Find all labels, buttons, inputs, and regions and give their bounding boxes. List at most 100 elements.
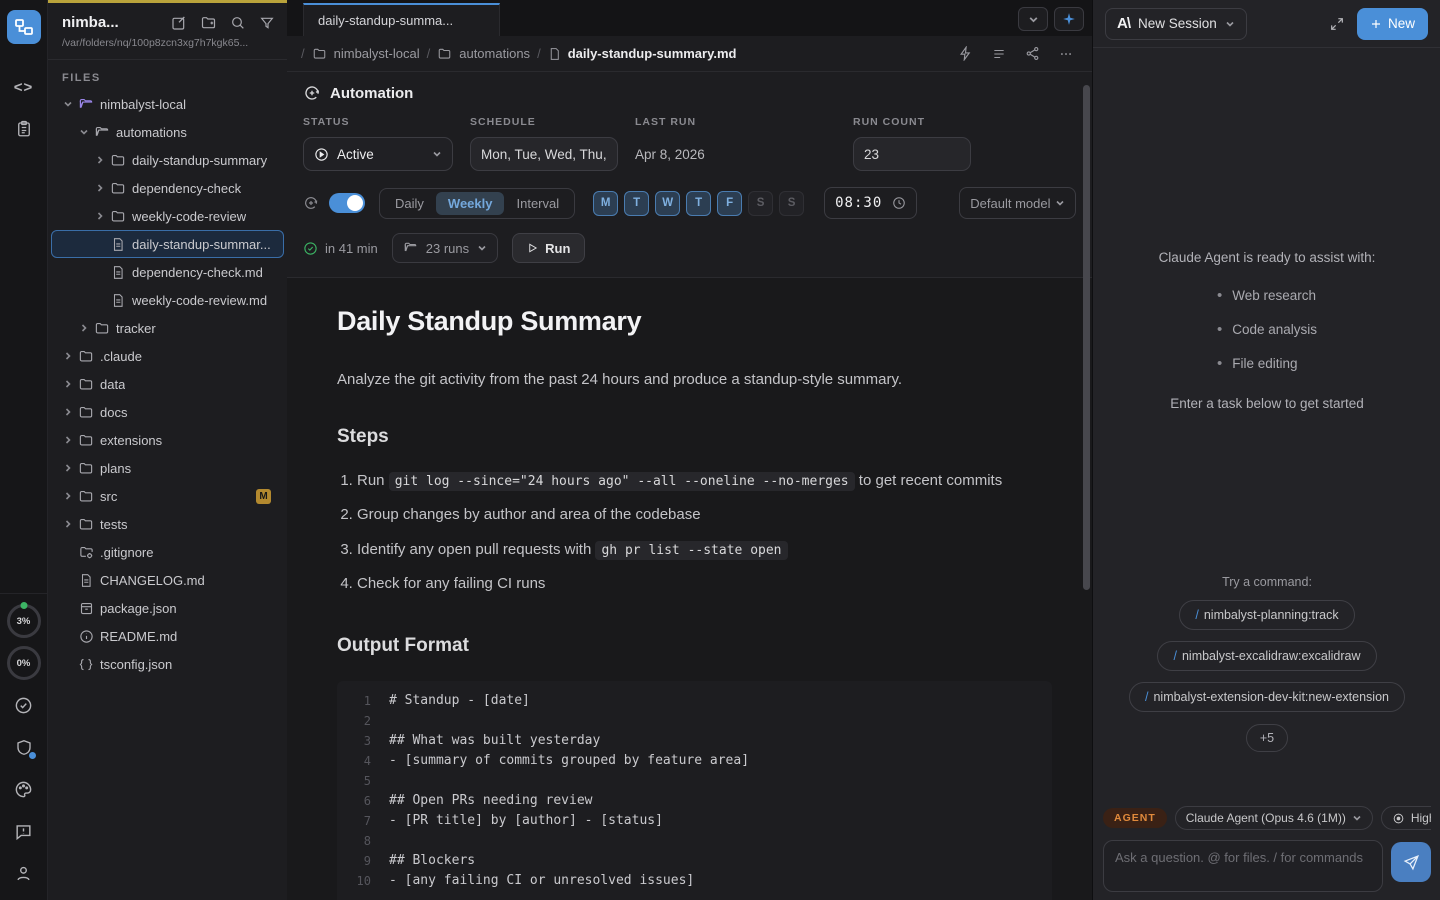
automation-panel: Automation STATUS Active SCHEDULE LAST R xyxy=(287,72,1092,278)
markdown-document[interactable]: Daily Standup Summary Analyze the git ac… xyxy=(287,278,1092,900)
expand-panel-icon[interactable] xyxy=(1325,12,1349,36)
agent-question-input[interactable] xyxy=(1103,840,1383,892)
session-selector[interactable]: A\ New Session xyxy=(1105,8,1247,40)
runs-dropdown[interactable]: 23 runs xyxy=(392,233,498,263)
activity-rail: <> 3% 0% xyxy=(0,0,48,900)
tree-row[interactable]: daily-standup-summary xyxy=(51,146,284,174)
user-icon[interactable] xyxy=(0,852,48,894)
check-circle-icon xyxy=(303,241,318,256)
schedule-input[interactable] xyxy=(470,137,618,171)
weekday-button[interactable]: W xyxy=(655,191,680,216)
zap-icon[interactable] xyxy=(958,46,973,61)
share-icon[interactable] xyxy=(1025,46,1040,61)
frequency-option[interactable]: Weekly xyxy=(436,192,505,215)
usage-ring-2[interactable]: 0% xyxy=(7,646,41,680)
file-type-icon xyxy=(76,601,96,616)
tree-row[interactable]: CHANGELOG.md xyxy=(51,566,284,594)
tree-row[interactable]: data xyxy=(51,370,284,398)
search-icon[interactable] xyxy=(230,15,246,31)
schedule-enabled-toggle[interactable] xyxy=(329,193,365,213)
filter-icon[interactable] xyxy=(259,15,275,31)
app-logo[interactable] xyxy=(7,10,41,44)
clipboard-icon[interactable] xyxy=(0,108,48,150)
file-type-icon xyxy=(108,265,128,280)
new-folder-icon[interactable] xyxy=(200,15,217,31)
command-pill[interactable]: /nimbalyst-excalidraw:excalidraw xyxy=(1157,641,1376,671)
file-name: tests xyxy=(100,517,127,532)
command-pill[interactable]: /nimbalyst-extension-dev-kit:new-extensi… xyxy=(1129,682,1405,712)
weekday-button[interactable]: S xyxy=(779,191,804,216)
breadcrumb-item[interactable]: / nimbalyst-local xyxy=(301,46,420,61)
folder-icon xyxy=(437,47,452,61)
tree-row[interactable]: daily-standup-summar... xyxy=(51,230,284,258)
chevron-icon xyxy=(76,323,92,333)
time-picker[interactable]: 08:30 xyxy=(824,187,917,219)
inline-code: gh pr list --state open xyxy=(595,541,787,560)
tree-row[interactable]: nimbalyst-local xyxy=(51,90,284,118)
schedule-refresh-icon xyxy=(303,195,319,211)
model-selector-dropdown[interactable]: Claude Agent (Opus 4.6 (1M)) xyxy=(1175,806,1373,830)
tree-row[interactable]: dependency-check xyxy=(51,174,284,202)
model-select[interactable]: Default model xyxy=(959,187,1076,219)
run-count-input[interactable] xyxy=(853,137,971,171)
tree-row[interactable]: tests xyxy=(51,510,284,538)
send-icon xyxy=(1403,854,1420,871)
tab-list-dropdown[interactable] xyxy=(1018,7,1048,31)
usage-ring-1[interactable]: 3% xyxy=(7,604,41,638)
tree-row[interactable]: weekly-code-review xyxy=(51,202,284,230)
tree-row[interactable]: .claude xyxy=(51,342,284,370)
tree-row[interactable]: weekly-code-review.md xyxy=(51,286,284,314)
file-type-icon xyxy=(92,321,112,336)
command-pill[interactable]: /nimbalyst-planning:track xyxy=(1179,600,1354,630)
status-select[interactable]: Active xyxy=(303,137,453,171)
vertical-scrollbar[interactable] xyxy=(1083,85,1090,590)
outline-menu-icon[interactable] xyxy=(991,47,1007,61)
file-name: src xyxy=(100,489,117,504)
more-commands-button[interactable]: +5 xyxy=(1246,724,1288,752)
more-options-icon[interactable] xyxy=(1058,47,1074,61)
weekday-button[interactable]: M xyxy=(593,191,618,216)
tree-row[interactable]: dependency-check.md xyxy=(51,258,284,286)
effort-selector-dropdown[interactable]: High xyxy=(1381,806,1431,830)
tree-row[interactable]: extensions xyxy=(51,426,284,454)
weekday-button[interactable]: F xyxy=(717,191,742,216)
new-session-button[interactable]: New xyxy=(1357,8,1428,40)
frequency-option[interactable]: Interval xyxy=(504,192,571,215)
tree-row[interactable]: src M xyxy=(51,482,284,510)
status-label: STATUS xyxy=(303,116,470,128)
new-ai-tab-button[interactable] xyxy=(1054,7,1084,31)
feedback-icon[interactable] xyxy=(0,810,48,852)
run-button[interactable]: Run xyxy=(512,233,585,263)
palette-icon[interactable] xyxy=(0,768,48,810)
agent-mode-badge[interactable]: AGENT xyxy=(1103,808,1167,828)
tree-row[interactable]: automations xyxy=(51,118,284,146)
weekday-button[interactable]: T xyxy=(624,191,649,216)
file-name: extensions xyxy=(100,433,162,448)
weekday-button[interactable]: T xyxy=(686,191,711,216)
tree-row[interactable]: docs xyxy=(51,398,284,426)
chevron-icon xyxy=(60,491,76,501)
notice-bar xyxy=(48,0,287,3)
folder-icon xyxy=(403,241,418,255)
code-view-icon[interactable]: <> xyxy=(0,66,48,108)
weekday-button[interactable]: S xyxy=(748,191,773,216)
tree-row[interactable]: package.json xyxy=(51,594,284,622)
model-value: Default model xyxy=(970,196,1050,211)
chevron-icon xyxy=(60,519,76,529)
file-type-icon xyxy=(76,573,96,588)
tree-row[interactable]: .gitignore xyxy=(51,538,284,566)
send-button[interactable] xyxy=(1391,842,1431,882)
tree-row[interactable]: plans xyxy=(51,454,284,482)
step-item: Run git log --since="24 hours ago" --all… xyxy=(357,468,1092,494)
tree-row[interactable]: tsconfig.json xyxy=(51,650,284,678)
shield-icon[interactable] xyxy=(0,726,48,768)
check-circle-icon[interactable] xyxy=(0,684,48,726)
edit-icon[interactable] xyxy=(171,15,187,31)
frequency-option[interactable]: Daily xyxy=(383,192,436,215)
capability-item: •Web research xyxy=(1217,287,1317,304)
breadcrumb-item[interactable]: / automations xyxy=(427,46,530,61)
tree-row[interactable]: tracker xyxy=(51,314,284,342)
tab-daily-standup-summary[interactable]: daily-standup-summa... xyxy=(303,3,500,36)
breadcrumb-item[interactable]: / daily-standup-summary.md xyxy=(537,46,736,61)
tree-row[interactable]: README.md xyxy=(51,622,284,650)
